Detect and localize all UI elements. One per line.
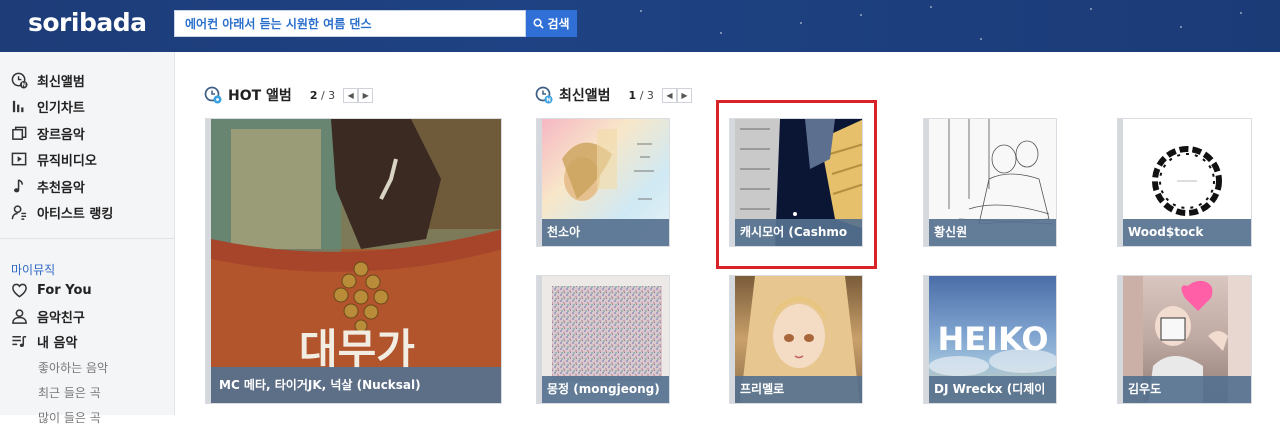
search-box[interactable] <box>174 10 526 37</box>
album-caption: 천소아 <box>542 219 669 246</box>
hot-page-total: / 3 <box>320 88 336 102</box>
hot-album-cover: 대무가 <box>211 119 501 403</box>
hot-album-header: HOT 앨범 2 / 3 ◀ ▶ <box>204 84 374 106</box>
sidebar-item-label: 내 음악 <box>37 336 78 352</box>
hot-prev-button[interactable]: ◀ <box>343 87 359 103</box>
my-music-menu: For You 음악친구 내 음악 <box>10 278 92 355</box>
sidebar-item-chart[interactable]: 인기차트 <box>10 94 113 121</box>
album-card[interactable]: 몽정 (mongjeong) <box>536 275 670 404</box>
sidebar-item-label: 장르음악 <box>37 127 85 143</box>
search-button[interactable]: 검색 <box>526 10 577 37</box>
sidebar-divider <box>0 238 174 239</box>
submenu-recently-played[interactable]: 최근 들은 곡 <box>38 381 108 406</box>
album-card[interactable]: 천소아 <box>536 118 670 247</box>
album-caption: 몽정 (mongjeong) <box>542 376 669 403</box>
my-music-title: 마이뮤직 <box>11 263 56 277</box>
soribada-logo[interactable]: soribada <box>28 8 147 37</box>
album-caption: 김우도 <box>1123 376 1251 403</box>
sidebar: N 최신앨범 인기차트 장르음악 뮤직비디오 추천음악 아티스트 랭킹 마이뮤직… <box>0 52 175 425</box>
new-page-current: 1 <box>628 88 637 102</box>
search-icon <box>533 18 545 29</box>
hot-album-caption: MC 메타, 타이거JK, 넉살 (Nucksal) <box>211 367 501 403</box>
album-card[interactable]: HEIKO DJ Wreckx (디제이 <box>923 275 1057 404</box>
sidebar-item-new-albums[interactable]: N 최신앨범 <box>10 67 113 94</box>
hot-album-card[interactable]: 대무가 MC 메타, 타이거JK, 넉살 (Nucksal) <box>205 118 502 404</box>
sidebar-item-music-video[interactable]: 뮤직비디오 <box>10 147 113 174</box>
new-clock-icon: N <box>10 71 28 89</box>
new-album-pager: 1 / 3 ◀ ▶ <box>628 87 692 103</box>
album-caption: 황신원 <box>929 219 1056 246</box>
highlight-box <box>716 100 877 269</box>
hot-next-button[interactable]: ▶ <box>358 87 374 103</box>
new-album-icon: N <box>535 86 553 104</box>
new-album-header: N 최신앨범 1 / 3 ◀ ▶ <box>535 84 692 106</box>
search-button-label: 검색 <box>547 17 570 31</box>
sidebar-item-my-music[interactable]: 내 음악 <box>10 329 92 355</box>
layers-icon <box>10 124 28 142</box>
album-card[interactable]: 김우도 <box>1117 275 1252 404</box>
sidebar-item-music-friends[interactable]: 음악친구 <box>10 304 92 330</box>
sidebar-item-label: 음악친구 <box>37 310 85 326</box>
album-caption: DJ Wreckx (디제이 <box>929 376 1056 403</box>
play-box-icon <box>10 151 28 169</box>
submenu-most-played[interactable]: 많이 들은 곡 <box>38 406 108 431</box>
artist-icon <box>10 204 28 222</box>
new-page-total: / 3 <box>639 88 654 102</box>
friends-icon <box>10 307 28 325</box>
top-header: soribada 검색 <box>0 0 1280 52</box>
music-note-icon <box>10 177 28 195</box>
hot-album-icon <box>204 86 222 104</box>
playlist-icon <box>10 333 28 351</box>
sidebar-item-label: 최신앨범 <box>37 74 85 90</box>
my-music-submenu: 좋아하는 음악 최근 들은 곡 많이 들은 곡 <box>38 356 108 431</box>
hot-album-title: HOT 앨범 <box>228 88 292 104</box>
hot-page-current: 2 <box>309 88 318 102</box>
svg-text:N: N <box>21 82 25 88</box>
svg-text:N: N <box>546 98 551 104</box>
chart-bars-icon <box>10 98 28 116</box>
album-card[interactable]: 프리멜로 <box>729 275 863 404</box>
new-album-title: 최신앨범 <box>559 88 611 104</box>
sidebar-item-label: 아티스트 랭킹 <box>37 207 114 223</box>
heart-icon <box>10 282 28 300</box>
sidebar-item-label: 뮤직비디오 <box>37 154 97 170</box>
main-menu: N 최신앨범 인기차트 장르음악 뮤직비디오 추천음악 아티스트 랭킹 <box>10 67 113 226</box>
album-caption: 프리멜로 <box>735 376 862 403</box>
album-card[interactable]: Wood$tock <box>1117 118 1252 247</box>
sidebar-item-for-you[interactable]: For You <box>10 278 92 304</box>
submenu-liked-music[interactable]: 좋아하는 음악 <box>38 356 108 381</box>
sidebar-item-recommend[interactable]: 추천음악 <box>10 173 113 200</box>
sidebar-item-label: 인기차트 <box>37 101 85 117</box>
hot-album-pager: 2 / 3 ◀ ▶ <box>309 87 374 103</box>
sidebar-item-artist-ranking[interactable]: 아티스트 랭킹 <box>10 200 113 227</box>
album-caption: Wood$tock <box>1123 219 1251 246</box>
new-prev-button[interactable]: ◀ <box>661 87 677 103</box>
search-input[interactable] <box>175 11 525 36</box>
sidebar-item-label: For You <box>37 283 92 299</box>
album-card[interactable]: 황신원 <box>923 118 1057 247</box>
new-next-button[interactable]: ▶ <box>676 87 692 103</box>
heiko-art-text: HEIKO <box>937 320 1048 358</box>
sidebar-item-genre[interactable]: 장르음악 <box>10 120 113 147</box>
sidebar-item-label: 추천음악 <box>37 180 85 196</box>
